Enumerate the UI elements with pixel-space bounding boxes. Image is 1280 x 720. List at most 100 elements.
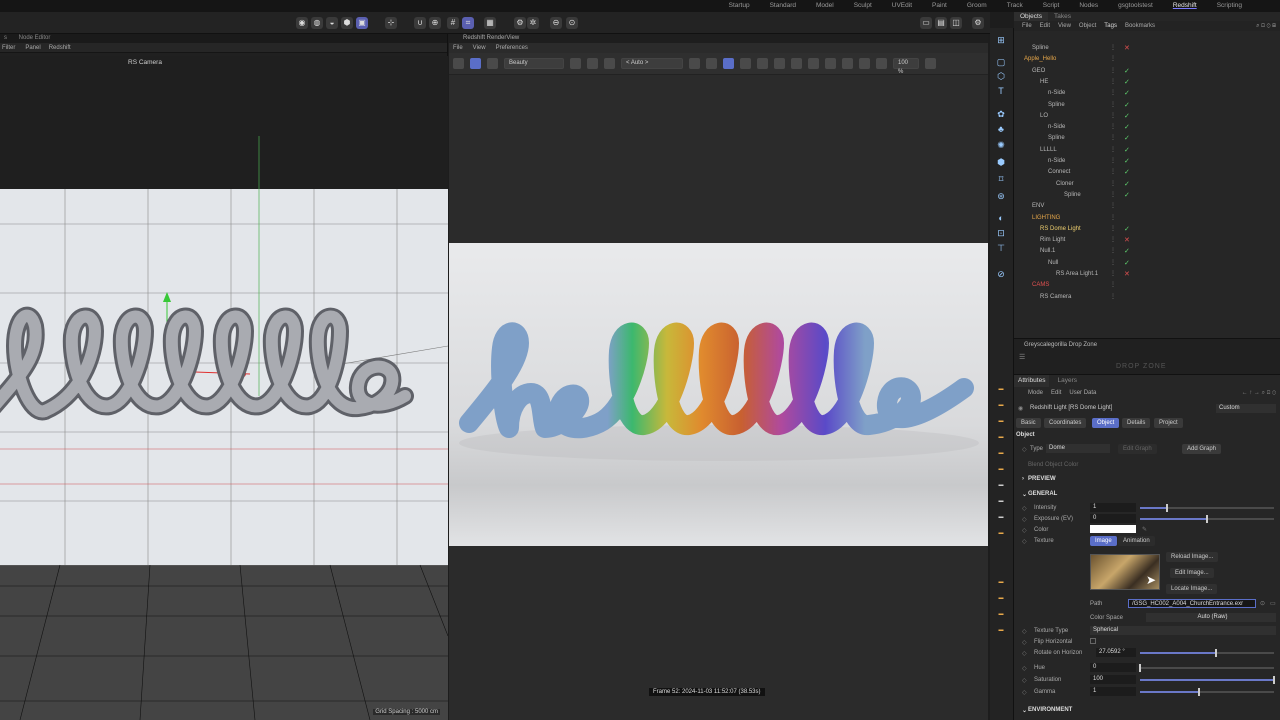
layout-tab-paint[interactable]: Paint	[922, 0, 957, 12]
object-row[interactable]: RS Dome Light ⋮ ✓	[1014, 224, 1280, 235]
preset-5-icon[interactable]: ▬	[995, 447, 1007, 459]
object-row[interactable]: n-Side ⋮ ✓	[1014, 122, 1280, 133]
animation-tab[interactable]: Animation	[1118, 536, 1155, 546]
hue-key-icon[interactable]: ◇	[1022, 665, 1027, 672]
model-mode-icon[interactable]: ▣	[356, 17, 368, 29]
history-icon[interactable]	[859, 58, 870, 69]
enable-check-icon[interactable]: ✓	[1124, 179, 1130, 190]
reload-image-button[interactable]: Reload Image...	[1166, 552, 1219, 562]
preset-13-icon[interactable]: ▬	[995, 608, 1007, 620]
color-key-icon[interactable]: ◇	[1022, 527, 1027, 534]
layout-tab-script[interactable]: Script	[1033, 0, 1070, 12]
refresh-icon[interactable]	[487, 58, 498, 69]
expand-icon[interactable]	[808, 58, 819, 69]
brush-icon[interactable]: ⊘	[995, 268, 1007, 280]
visibility-dots-icon[interactable]: ⋮	[1110, 133, 1120, 144]
obj-menu-bookmarks[interactable]: Bookmarks	[1125, 21, 1155, 31]
edit-graph-button[interactable]: Edit Graph	[1118, 444, 1157, 454]
search-icon[interactable]: ⌕ ⊡ ⊙ ⊞	[1256, 21, 1280, 31]
film-icon[interactable]	[453, 58, 464, 69]
add-graph-button[interactable]: Add Graph	[1182, 444, 1222, 454]
saturation-key-icon[interactable]: ◇	[1022, 677, 1027, 684]
flip-key-icon[interactable]: ◇	[1022, 639, 1027, 646]
texture-type-select[interactable]: Spherical	[1090, 626, 1276, 635]
layout-tab-gsgtoolstest[interactable]: gsgtoolstest	[1108, 0, 1163, 12]
circle-icon[interactable]	[757, 58, 768, 69]
magnet-icon[interactable]: ∪	[414, 17, 426, 29]
object-row[interactable]: Spline ⋮ ✓	[1014, 133, 1280, 144]
cube-icon[interactable]: ▢	[995, 56, 1007, 68]
enable-check-icon[interactable]: ✓	[1124, 156, 1130, 167]
preset-8-icon[interactable]: ▬	[995, 495, 1007, 507]
object-row[interactable]: Connect ⋮ ✓	[1014, 167, 1280, 178]
textype-key-icon[interactable]: ◇	[1022, 628, 1027, 635]
enable-check-icon[interactable]: ✓	[1124, 133, 1130, 144]
enable-check-icon[interactable]: ✓	[1124, 77, 1130, 88]
enable-check-icon[interactable]: ✕	[1124, 43, 1130, 54]
object-row[interactable]: Spline ⋮ ✓	[1014, 190, 1280, 201]
object-icon[interactable]: ⬡	[995, 70, 1007, 82]
rv-menu-view[interactable]: View	[473, 43, 486, 53]
grid-icon[interactable]	[706, 58, 717, 69]
floor-icon[interactable]: ⊤	[995, 242, 1007, 254]
layout-tab-groom[interactable]: Groom	[957, 0, 997, 12]
tab-objects[interactable]: Objects	[1014, 12, 1049, 21]
object-row[interactable]: n-Side ⋮ ✓	[1014, 156, 1280, 167]
visibility-dots-icon[interactable]: ⋮	[1110, 201, 1120, 212]
object-mode-icon[interactable]: ◍	[311, 17, 323, 29]
subtab-object[interactable]: Object	[1092, 418, 1120, 428]
eyedropper-icon[interactable]: ✎	[1142, 526, 1147, 533]
tab-node-editor[interactable]: Node Editor	[9, 35, 51, 41]
preset-3-icon[interactable]: ▬	[995, 415, 1007, 427]
ipr-icon[interactable]: ⊙	[566, 17, 578, 29]
flip-horizontal-checkbox[interactable]	[1090, 638, 1096, 644]
points-mode-icon[interactable]: ◒	[326, 17, 338, 29]
preset-2-icon[interactable]: ▬	[995, 399, 1007, 411]
preset-12-icon[interactable]: ▬	[995, 592, 1007, 604]
visibility-dots-icon[interactable]: ⋮	[1110, 269, 1120, 280]
layout-tab-scripting[interactable]: Scripting	[1207, 0, 1252, 12]
enable-check-icon[interactable]: ✓	[1124, 167, 1130, 178]
intensity-slider[interactable]	[1140, 504, 1274, 512]
hue-slider[interactable]	[1139, 664, 1274, 672]
layout-tab-model[interactable]: Model	[806, 0, 844, 12]
rotate-key-icon[interactable]: ◇	[1022, 650, 1027, 657]
render-image[interactable]	[449, 243, 988, 546]
locate-image-button[interactable]: Locate Image...	[1166, 584, 1218, 594]
ipr-start-icon[interactable]	[470, 58, 481, 69]
edit-image-button[interactable]: Edit Image...	[1170, 568, 1214, 578]
preset-6-icon[interactable]: ▬	[995, 463, 1007, 475]
enable-check-icon[interactable]: ✓	[1124, 122, 1130, 133]
enable-check-icon[interactable]: ✓	[1124, 224, 1130, 235]
visibility-dots-icon[interactable]: ⋮	[1110, 66, 1120, 77]
chevron-right-icon[interactable]: ›	[1022, 476, 1024, 482]
fit-icon[interactable]	[791, 58, 802, 69]
gear-icon[interactable]: ✲	[527, 17, 539, 29]
deformer-icon[interactable]: ✺	[995, 139, 1007, 151]
effector-icon[interactable]: ⬢	[995, 156, 1007, 168]
gamma-slider[interactable]	[1140, 688, 1274, 696]
layout-tab-track[interactable]: Track	[997, 0, 1033, 12]
enable-check-icon[interactable]: ✕	[1124, 235, 1130, 246]
tag-icon[interactable]: ⊛	[995, 190, 1007, 202]
focus-icon[interactable]	[774, 58, 785, 69]
object-row[interactable]: GEO ⋮ ✓	[1014, 66, 1280, 77]
intensity-field[interactable]: 1	[1090, 503, 1136, 512]
enable-check-icon[interactable]: ✓	[1124, 246, 1130, 257]
enable-check-icon[interactable]: ✓	[1124, 100, 1130, 111]
snowflake-icon[interactable]	[723, 58, 734, 69]
saturation-field[interactable]: 100	[1090, 675, 1136, 684]
section-general[interactable]: GENERAL	[1028, 491, 1057, 497]
visibility-dots-icon[interactable]: ⋮	[1110, 280, 1120, 291]
rotate-slider[interactable]	[1140, 649, 1274, 657]
visibility-dots-icon[interactable]: ⋮	[1110, 111, 1120, 122]
preset-11-icon[interactable]: ▬	[995, 576, 1007, 588]
render-settings-icon[interactable]: ⚙	[514, 17, 526, 29]
generator-icon[interactable]: ♣	[995, 123, 1007, 135]
object-row[interactable]: ENV ⋮	[1014, 201, 1280, 212]
intensity-key-icon[interactable]: ◇	[1022, 505, 1027, 512]
preset-10-icon[interactable]: ▬	[995, 527, 1007, 539]
exposure-field[interactable]: 0	[1090, 514, 1136, 523]
zoom-select[interactable]: 100 %	[893, 58, 919, 75]
layout-tab-nodes[interactable]: Nodes	[1069, 0, 1108, 12]
